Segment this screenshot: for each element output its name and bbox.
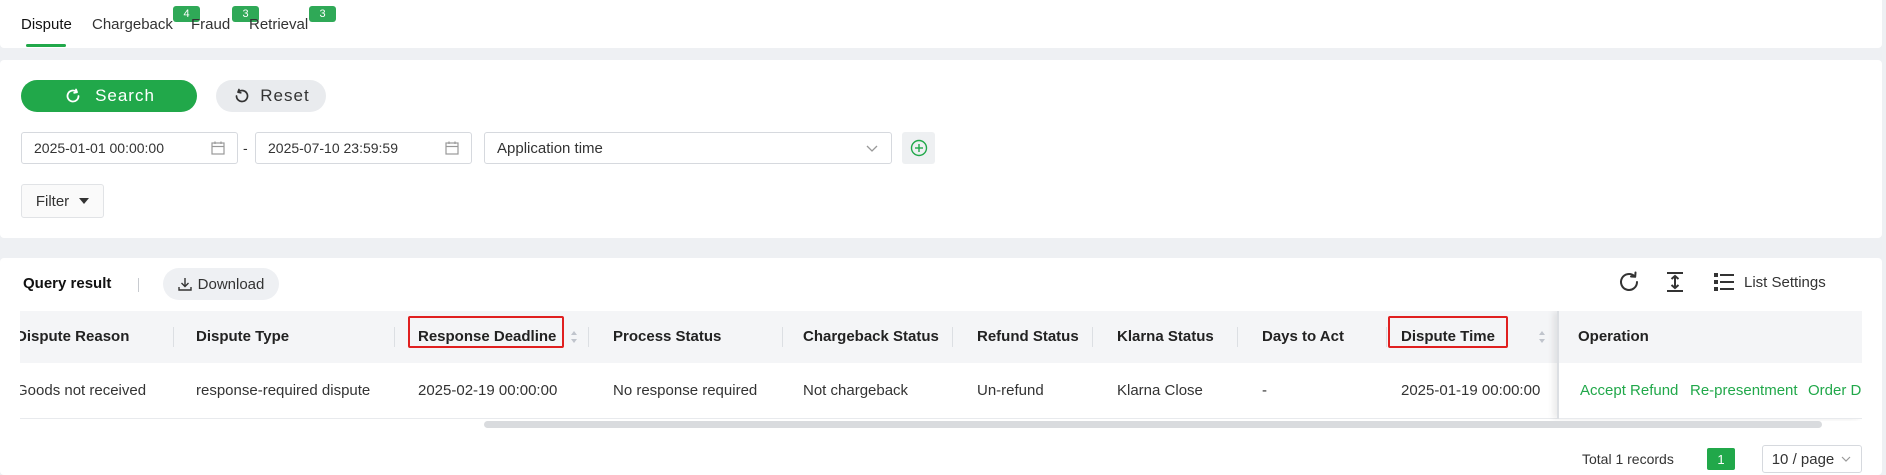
column-divider: [1386, 327, 1387, 347]
refresh-icon[interactable]: [1617, 270, 1641, 294]
list-icon: [1714, 273, 1734, 291]
col-klarna-status: Klarna Status: [1117, 328, 1214, 345]
cell-process-status: No response required: [613, 382, 758, 399]
column-height-icon[interactable]: [1663, 270, 1687, 294]
list-settings-label: List Settings: [1744, 273, 1826, 291]
tab-dispute[interactable]: Dispute: [21, 16, 72, 33]
cell-chargeback-status: Not chargeback: [803, 382, 909, 399]
filter-label: Filter: [35, 192, 70, 210]
add-condition-button[interactable]: [902, 132, 935, 164]
cell-klarna-status: Klarna Close: [1117, 382, 1203, 399]
accept-refund-link[interactable]: Accept Refund: [1580, 363, 1678, 419]
time-type-select[interactable]: Application time: [484, 132, 892, 164]
end-date-input[interactable]: 2025-07-10 23:59:59: [255, 132, 472, 164]
plus-circle-icon: [910, 139, 927, 157]
download-button[interactable]: Download: [163, 268, 279, 300]
query-result-panel: Query result Download List Settings Disp…: [0, 258, 1882, 475]
col-dispute-time[interactable]: Dispute Time: [1401, 311, 1495, 363]
calendar-icon: [445, 141, 459, 155]
search-button-label: Search: [95, 86, 155, 105]
column-divider: [1237, 327, 1238, 347]
active-tab-indicator: [26, 44, 66, 47]
tab-fraud[interactable]: Fraud: [191, 16, 230, 33]
tab-bar: Dispute Chargeback 4 Fraud 3 Retrieval 3: [0, 0, 1882, 48]
reset-icon: [235, 88, 249, 103]
column-divider: [588, 327, 589, 347]
title-divider: [138, 278, 139, 292]
cell-dispute-type: response-required dispute: [196, 382, 371, 399]
time-type-value: Application time: [497, 139, 603, 157]
refresh-search-icon: [66, 88, 80, 103]
col-dispute-reason: Dispute Reason: [20, 328, 130, 345]
cell-response-deadline: 2025-02-19 00:00:00: [418, 382, 558, 399]
col-operation: Operation: [1578, 328, 1649, 345]
cell-days-to-act: -: [1262, 382, 1267, 399]
search-button[interactable]: Search: [21, 80, 197, 112]
cell-dispute-time: 2025-01-19 00:00:00: [1401, 382, 1541, 399]
caret-down-icon: [79, 198, 90, 204]
col-refund-status: Refund Status: [977, 328, 1079, 345]
order-detail-link[interactable]: Order D: [1808, 363, 1861, 419]
page-size-select[interactable]: 10 / page: [1762, 445, 1862, 473]
column-divider: [1092, 327, 1093, 347]
start-date-input[interactable]: 2025-01-01 00:00:00: [21, 132, 238, 164]
reset-button[interactable]: Reset: [216, 80, 326, 112]
search-panel: Search Reset 2025-01-01 00:00:00 - 2025-…: [0, 60, 1882, 238]
tab-chargeback[interactable]: Chargeback: [92, 16, 173, 33]
page-size-value: 10 / page: [1771, 450, 1835, 468]
col-process-status: Process Status: [613, 328, 722, 345]
calendar-icon: [211, 141, 225, 155]
sort-icon[interactable]: [1538, 329, 1546, 345]
total-records: Total 1 records: [1582, 451, 1674, 467]
list-settings-button[interactable]: List Settings: [1712, 268, 1826, 296]
fixed-column-divider: [1557, 311, 1559, 419]
chevron-down-icon: [1841, 456, 1851, 462]
query-result-title: Query result: [23, 275, 112, 292]
col-days-to-act: Days to Act: [1262, 328, 1344, 345]
col-dispute-type: Dispute Type: [196, 328, 290, 345]
column-divider: [782, 327, 783, 347]
reset-button-label: Reset: [260, 86, 310, 105]
dispute-table: Dispute Reason Dispute Type Response Dea…: [20, 311, 1862, 421]
download-icon: [177, 278, 192, 291]
sort-icon[interactable]: [570, 329, 578, 345]
operation-column: Operation Accept Refund Re-presentment O…: [1557, 311, 1862, 419]
download-label: Download: [197, 275, 265, 293]
cell-dispute-reason: Goods not received: [20, 382, 147, 399]
col-response-deadline[interactable]: Response Deadline: [418, 311, 556, 363]
horizontal-scrollbar[interactable]: [484, 421, 1822, 428]
start-date-value: 2025-01-01 00:00:00: [34, 140, 164, 156]
chevron-down-icon: [866, 145, 878, 152]
tab-retrieval[interactable]: Retrieval: [249, 16, 308, 33]
column-divider: [173, 327, 174, 347]
col-chargeback-status: Chargeback Status: [803, 328, 939, 345]
filter-dropdown[interactable]: Filter: [21, 184, 104, 218]
end-date-value: 2025-07-10 23:59:59: [268, 140, 398, 156]
page-1-button[interactable]: 1: [1707, 448, 1735, 470]
re-presentment-link[interactable]: Re-presentment: [1690, 363, 1798, 419]
date-range-separator: -: [243, 140, 248, 156]
tab-retrieval-badge: 3: [309, 6, 336, 22]
column-divider: [394, 327, 395, 347]
cell-refund-status: Un-refund: [977, 382, 1044, 399]
column-divider: [952, 327, 953, 347]
